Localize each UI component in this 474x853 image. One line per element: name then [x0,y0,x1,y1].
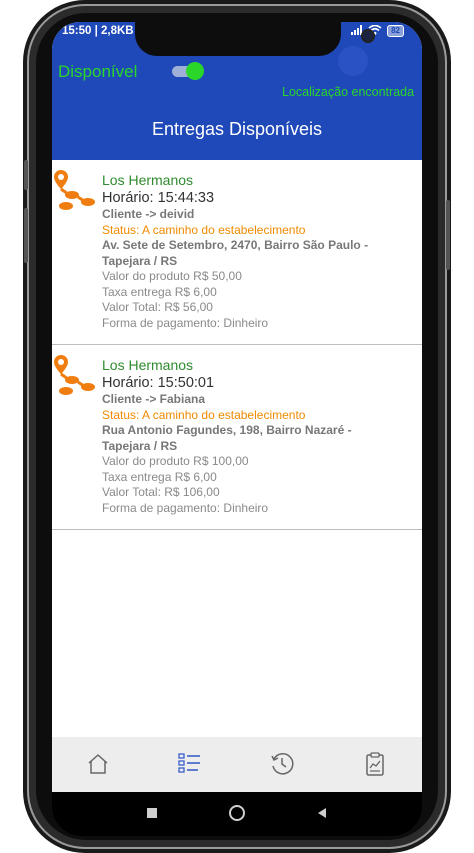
delivery-details: Los Hermanos Horário: 15:44:33 Cliente -… [102,171,422,331]
address-line-2: Tapejara / RS [102,253,178,268]
delivery-details: Los Hermanos Horário: 15:50:01 Cliente -… [102,356,422,516]
client-name: Cliente -> deivid [102,207,195,221]
status-bar-text: 15:50 | 2,8KB [62,25,134,37]
phone-power-button [446,200,450,270]
store-name: Los Hermanos [102,172,194,188]
delivery-fee: Taxa entrega R$ 6,00 [102,469,217,484]
delivery-fee: Taxa entrega R$ 6,00 [102,284,217,299]
payment-method: Forma de pagamento: Dinheiro [102,500,269,515]
phone-notch [135,22,373,56]
address-line-1: Rua Antonio Fagundes, 198, Bairro Nazaré… [102,423,352,437]
bottom-nav [52,737,422,792]
delivery-status: Status: A caminho do estabelecimento [102,407,306,422]
history-clock-icon[interactable] [267,749,297,779]
phone-side-button [24,208,28,263]
app-screen: 15:50 | 2,8KB 82 Disponível Localização … [52,22,422,792]
store-name: Los Hermanos [102,357,194,373]
location-status-text: Localização encontrada [282,85,415,99]
page-title: Entregas Disponíveis [151,119,323,139]
address-line-1: Av. Sete de Setembro, 2470, Bairro São P… [102,238,369,252]
total-value: Valor Total: R$ 106,00 [102,485,220,499]
battery-indicator: 82 [387,25,404,37]
route-pin-icon [52,353,96,397]
route-pin-icon [52,168,96,212]
delivery-list: Los Hermanos Horário: 15:44:33 Cliente -… [52,160,422,530]
delivery-card[interactable]: Los Hermanos Horário: 15:44:33 Cliente -… [52,160,422,345]
front-camera [363,31,373,41]
home-icon[interactable] [83,749,113,779]
list-checklist-icon[interactable] [174,749,204,779]
recent-apps-icon[interactable] [146,806,158,824]
delivery-time: Horário: 15:44:33 [102,190,215,206]
home-button-icon[interactable] [228,804,246,827]
delivery-time: Horário: 15:50:01 [102,375,215,391]
payment-method: Forma de pagamento: Dinheiro [102,315,269,330]
signal-icon [351,25,363,37]
availability-label: Disponível [58,62,138,81]
delivery-card[interactable]: Los Hermanos Horário: 15:50:01 Cliente -… [52,345,422,530]
product-value: Valor do produto R$ 50,00 [102,269,242,283]
product-value: Valor do produto R$ 100,00 [102,454,249,468]
client-name: Cliente -> Fabiana [102,392,206,406]
toggle-knob [186,62,204,80]
phone-side-button [24,160,28,190]
status-bar-icons: 82 [351,24,404,37]
location-indicator-circle [338,46,368,76]
availability-toggle[interactable] [172,62,204,80]
back-icon[interactable] [316,806,328,824]
clipboard-report-icon[interactable] [360,749,390,779]
delivery-status: Status: A caminho do estabelecimento [102,222,306,237]
address-line-2: Tapejara / RS [102,438,178,453]
system-nav-bar [52,792,422,836]
total-value: Valor Total: R$ 56,00 [102,300,213,314]
